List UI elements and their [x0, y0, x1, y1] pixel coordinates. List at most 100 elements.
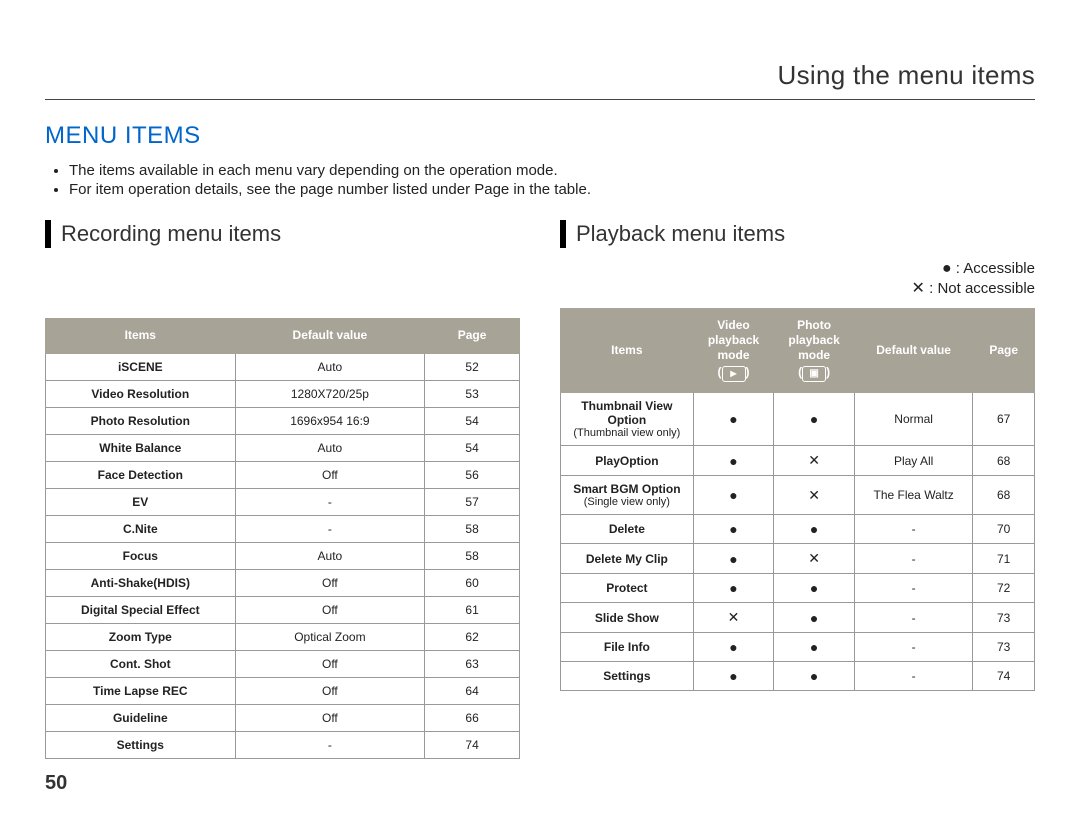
cell-default: Play All: [854, 446, 973, 476]
table-row: White BalanceAuto54: [46, 435, 520, 462]
cell-item: Slide Show: [561, 603, 694, 633]
cell-video-mode: ●: [693, 393, 774, 446]
cell-page: 64: [425, 678, 520, 705]
col-header-page: Page: [973, 308, 1035, 393]
cell-page: 73: [973, 633, 1035, 662]
table-row: EV-57: [46, 489, 520, 516]
subhead-wrap: Playback menu items: [560, 220, 1035, 248]
subhead-bar-icon: [560, 220, 566, 248]
cell-item: Guideline: [46, 705, 236, 732]
cell-photo-mode: ●: [774, 633, 855, 662]
cell-item: White Balance: [46, 435, 236, 462]
playback-table: Items Video playback mode () Photo playb…: [560, 308, 1035, 691]
cell-default: -: [854, 603, 973, 633]
cell-default: Auto: [235, 354, 425, 381]
header-divider: [45, 99, 1035, 100]
cell-photo-mode: ✕: [774, 446, 855, 476]
recording-subhead: Recording menu items: [61, 221, 281, 247]
cell-page: 56: [425, 462, 520, 489]
cell-page: 71: [973, 544, 1035, 574]
cell-item: Smart BGM Option(Single view only): [561, 476, 694, 515]
col-header-default: Default value: [854, 308, 973, 393]
page-number: 50: [45, 772, 67, 795]
table-row: Thumbnail View Option(Thumbnail view onl…: [561, 393, 1035, 446]
cell-page: 68: [973, 476, 1035, 515]
cell-default: 1696x954 16:9: [235, 408, 425, 435]
cell-photo-mode: ✕: [774, 476, 855, 515]
cell-default: -: [854, 662, 973, 691]
video-playback-icon: [722, 366, 746, 382]
section-title: MENU ITEMS: [45, 122, 1035, 150]
cell-item: C.Nite: [46, 516, 236, 543]
bullet-item: For item operation details, see the page…: [69, 181, 1035, 198]
table-row: Protect●●-72: [561, 574, 1035, 603]
cell-item: PlayOption: [561, 446, 694, 476]
cell-page: 73: [973, 603, 1035, 633]
cell-default: -: [854, 544, 973, 574]
cell-page: 66: [425, 705, 520, 732]
intro-bullets: The items available in each menu vary de…: [69, 162, 1035, 198]
cell-photo-mode: ●: [774, 662, 855, 691]
legend-accessible: : Accessible: [956, 260, 1035, 277]
cell-default: Off: [235, 462, 425, 489]
cell-item: Digital Special Effect: [46, 597, 236, 624]
table-row: Smart BGM Option(Single view only)●✕The …: [561, 476, 1035, 515]
cell-video-mode: ●: [693, 446, 774, 476]
cell-page: 54: [425, 408, 520, 435]
legend-not-accessible: : Not accessible: [929, 280, 1035, 297]
subhead-bar-icon: [45, 220, 51, 248]
cell-default: Off: [235, 705, 425, 732]
table-row: Slide Show✕●-73: [561, 603, 1035, 633]
cell-default: -: [854, 515, 973, 544]
col-header-page: Page: [425, 318, 520, 354]
cell-video-mode: ●: [693, 544, 774, 574]
dot-icon: ●: [942, 260, 952, 277]
bullet-item: The items available in each menu vary de…: [69, 162, 1035, 179]
cell-item: Settings: [561, 662, 694, 691]
cell-item: File Info: [561, 633, 694, 662]
cell-photo-mode: ●: [774, 515, 855, 544]
cell-item: Face Detection: [46, 462, 236, 489]
table-row: Settings-74: [46, 732, 520, 759]
spacer: [45, 260, 520, 318]
cell-item: Cont. Shot: [46, 651, 236, 678]
cross-icon: ✕: [912, 280, 925, 297]
cell-item: Video Resolution: [46, 381, 236, 408]
cell-page: 54: [425, 435, 520, 462]
cell-page: 70: [973, 515, 1035, 544]
cell-video-mode: ●: [693, 574, 774, 603]
table-row: C.Nite-58: [46, 516, 520, 543]
cell-default: Off: [235, 651, 425, 678]
table-row: Anti-Shake(HDIS)Off60: [46, 570, 520, 597]
cell-page: 61: [425, 597, 520, 624]
cell-default: Normal: [854, 393, 973, 446]
table-row: Zoom TypeOptical Zoom62: [46, 624, 520, 651]
table-row: FocusAuto58: [46, 543, 520, 570]
cell-default: -: [235, 516, 425, 543]
table-row: Photo Resolution1696x954 16:954: [46, 408, 520, 435]
cell-item: Protect: [561, 574, 694, 603]
cell-item: Thumbnail View Option(Thumbnail view onl…: [561, 393, 694, 446]
legend: ● : Accessible ✕ : Not accessible: [560, 260, 1035, 298]
col-header-video-mode: Video playback mode (): [693, 308, 774, 393]
table-row: Cont. ShotOff63: [46, 651, 520, 678]
cell-page: 74: [425, 732, 520, 759]
table-row: GuidelineOff66: [46, 705, 520, 732]
table-row: Face DetectionOff56: [46, 462, 520, 489]
page-header-right: Using the menu items: [45, 60, 1035, 91]
playback-column: Playback menu items ● : Accessible ✕ : N…: [560, 220, 1035, 759]
table-row: Video Resolution1280X720/25p53: [46, 381, 520, 408]
table-row: Delete●●-70: [561, 515, 1035, 544]
cell-video-mode: ●: [693, 476, 774, 515]
cell-photo-mode: ●: [774, 393, 855, 446]
cell-page: 72: [973, 574, 1035, 603]
cell-item: Delete: [561, 515, 694, 544]
table-row: Delete My Clip●✕-71: [561, 544, 1035, 574]
cell-default: Optical Zoom: [235, 624, 425, 651]
table-row: Time Lapse RECOff64: [46, 678, 520, 705]
cell-page: 52: [425, 354, 520, 381]
table-row: Settings●●-74: [561, 662, 1035, 691]
cell-video-mode: ●: [693, 633, 774, 662]
cell-item: Time Lapse REC: [46, 678, 236, 705]
cell-default: -: [854, 574, 973, 603]
